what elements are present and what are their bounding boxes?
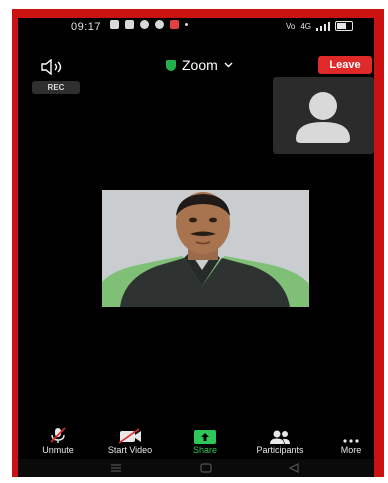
chevron-down-icon	[224, 62, 233, 68]
share-button[interactable]: Share	[170, 426, 240, 456]
battery-icon	[335, 21, 354, 31]
more-icon	[343, 439, 359, 443]
start-video-button[interactable]: Start Video	[95, 426, 165, 456]
notification-icons	[110, 20, 188, 29]
share-label: Share	[192, 445, 218, 455]
back-icon[interactable]	[288, 463, 300, 473]
meeting-title-dropdown[interactable]: Zoom	[166, 57, 233, 73]
meeting-header: Zoom Leave	[18, 54, 374, 78]
microphone-muted-icon	[50, 427, 66, 443]
recent-apps-icon[interactable]	[110, 463, 122, 473]
meeting-toolbar: Unmute Start Video Share Participants Mo…	[18, 426, 374, 456]
unmute-label: Unmute	[42, 445, 74, 455]
recording-badge: REC	[32, 81, 80, 94]
speaker-icon[interactable]	[39, 59, 67, 75]
volte-label: Vo	[286, 21, 296, 31]
shield-icon	[166, 59, 176, 71]
network-label: 4G	[300, 21, 312, 31]
participants-button[interactable]: Participants	[245, 426, 315, 456]
system-icons: Vo 4G	[286, 21, 354, 31]
zoom-meeting-screen: 09:17 Vo 4G Zoom Leave REC Unmute Start …	[18, 18, 374, 477]
more-button[interactable]: More	[316, 426, 374, 456]
start-video-label: Start Video	[107, 445, 153, 455]
more-label: More	[340, 445, 362, 455]
video-off-icon	[118, 428, 141, 444]
phone-icon	[155, 20, 164, 29]
share-icon	[194, 430, 216, 444]
home-icon[interactable]	[200, 463, 212, 473]
status-bar: 09:17 Vo 4G	[18, 18, 374, 36]
active-speaker-video	[102, 190, 309, 307]
speaker-photo	[102, 190, 309, 307]
participants-label: Participants	[256, 445, 304, 455]
unmute-button[interactable]: Unmute	[23, 426, 93, 456]
whatsapp-icon	[140, 20, 149, 29]
meeting-title: Zoom	[182, 57, 218, 73]
more-notifications-icon	[185, 23, 188, 26]
avatar-placeholder-icon	[296, 92, 350, 143]
signal-icon	[316, 21, 331, 31]
android-nav-bar	[18, 459, 374, 477]
participants-icon	[270, 430, 290, 444]
self-video-tile[interactable]	[273, 77, 374, 154]
leave-button[interactable]: Leave	[318, 56, 372, 74]
app-notification-icon	[170, 20, 179, 29]
message-icon	[110, 20, 119, 29]
alarm-icon	[125, 20, 134, 29]
status-time: 09:17	[71, 21, 102, 33]
